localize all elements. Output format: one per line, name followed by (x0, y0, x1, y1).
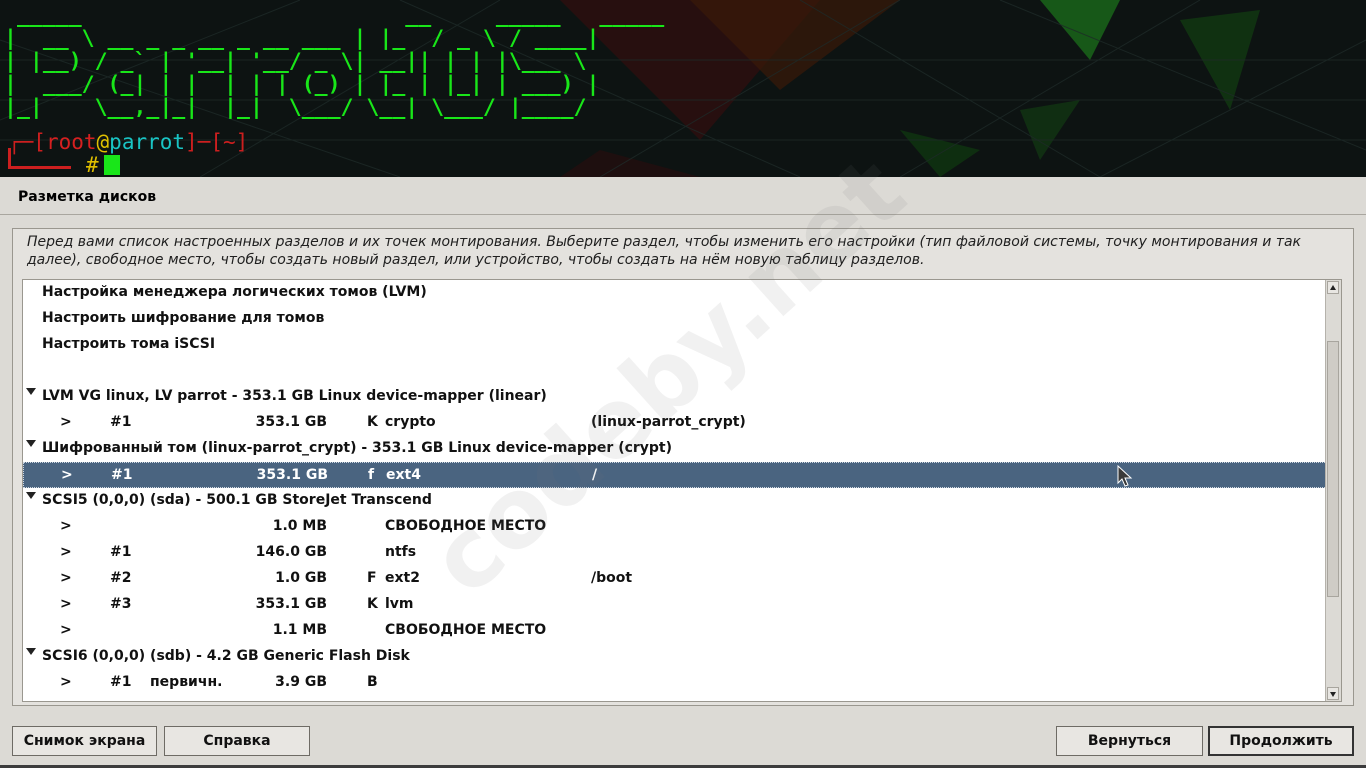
partition-flag: F (367, 570, 377, 586)
prompt-hash: # (86, 153, 99, 177)
row-arrow: > (60, 414, 72, 430)
help-button[interactable]: Справка (164, 726, 310, 756)
continue-button[interactable]: Продолжить (1208, 726, 1354, 756)
row-label: Настройка менеджера логических томов (LV… (42, 284, 427, 300)
partition-filesystem: ntfs (385, 544, 417, 560)
partition-size: 1.1 MB (272, 622, 327, 638)
back-button[interactable]: Вернуться (1056, 726, 1203, 756)
page-title: Разметка дисков (18, 189, 157, 205)
row-label: Настроить тома iSCSI (42, 336, 216, 352)
instructions-text: Перед вами список настроенных разделов и… (27, 234, 1302, 268)
row-arrow: > (60, 596, 72, 612)
partition-flag: K (367, 596, 378, 612)
device-row[interactable]: SCSI5 (0,0,0) (sda) - 500.1 GB StoreJet … (23, 488, 1327, 514)
partition-panel: Перед вами список настроенных разделов и… (12, 228, 1354, 706)
terminal-cursor (104, 155, 120, 175)
partition-number: #1 (110, 414, 132, 430)
partition-filesystem: lvm (385, 596, 414, 612)
partition-size: 353.1 GB (255, 414, 327, 430)
title-divider (0, 214, 1366, 215)
partition-size: 353.1 GB (256, 467, 328, 483)
row-arrow: > (60, 674, 72, 690)
partition-mountpoint: / (592, 467, 598, 483)
partition-list[interactable]: > #1 первичн. 3.9 GB B SCSI6 (0,0,0) (sdb) - … (22, 279, 1342, 702)
partition-row[interactable]: > #1 353.1 GB Kcrypto (linux-parrot_crypt) (23, 410, 1327, 436)
list-item[interactable]: Настроить шифрование для томов (23, 306, 1327, 332)
expand-triangle-icon[interactable] (26, 492, 36, 499)
partition-flag: f (368, 467, 375, 483)
list-scrollbar[interactable] (1325, 280, 1341, 701)
partition-size: 146.0 GB (255, 544, 327, 560)
row-arrow: > (60, 570, 72, 586)
partition-number: #1 (111, 467, 133, 483)
device-row[interactable]: LVM VG linux, LV parrot - 353.1 GB Linux… (23, 384, 1327, 410)
row-label: Настроить шифрование для томов (42, 310, 325, 326)
row-label: Шифрованный том (linux-parrot_crypt) - 3… (42, 440, 673, 456)
partition-size: 1.0 GB (275, 570, 327, 586)
list-item[interactable] (23, 358, 1327, 384)
partition-mountpoint: /boot (591, 570, 633, 586)
partition-filesystem: crypto (385, 414, 436, 430)
prompt-connector (8, 148, 71, 169)
parrot-os-banner: _____ __ _____ _____ | __ \ __ _ _ __ _ … (0, 0, 1366, 177)
partition-size: 1.0 MB (272, 518, 327, 534)
row-label: SCSI5 (0,0,0) (sda) - 500.1 GB StoreJet … (42, 492, 432, 508)
list-item[interactable]: Настроить тома iSCSI (23, 332, 1327, 358)
parrot-os-ascii-logo: _____ __ _____ _____ | __ \ __ _ _ __ _ … (4, 3, 678, 120)
list-item[interactable]: Настройка менеджера логических томов (LV… (23, 280, 1327, 306)
device-row[interactable]: SCSI6 (0,0,0) (sdb) - 4.2 GB Generic Fla… (23, 644, 1327, 670)
partition-number: #1 (110, 544, 132, 560)
partition-number: #1 (110, 674, 132, 690)
screenshot-button[interactable]: Снимок экрана (12, 726, 157, 756)
partition-filesystem: СВОБОДНОЕ МЕСТО (385, 518, 547, 534)
row-label: SCSI6 (0,0,0) (sdb) - 4.2 GB Generic Fla… (42, 648, 410, 664)
row-arrow: > (60, 622, 72, 638)
partition-filesystem: ext4 (386, 467, 421, 483)
mouse-pointer-icon (1117, 465, 1133, 487)
expand-triangle-icon[interactable] (26, 440, 36, 447)
partition-filesystem: СВОБОДНОЕ МЕСТО (385, 622, 547, 638)
row-arrow: > (61, 467, 73, 483)
partition-row[interactable]: > #1 первичн. 3.9 GB B (23, 670, 1327, 696)
partition-filesystem: ext2 (385, 570, 420, 586)
row-label: LVM VG linux, LV parrot - 353.1 GB Linux… (42, 388, 547, 404)
expand-triangle-icon[interactable] (26, 648, 36, 655)
scroll-down-button[interactable] (1327, 687, 1339, 700)
row-arrow: > (60, 518, 72, 534)
scroll-up-button[interactable] (1327, 281, 1339, 294)
partition-number: #2 (110, 570, 132, 586)
partition-row[interactable]: > #2 1.0 GB Fext2/boot (23, 566, 1327, 592)
partition-row[interactable]: >1.0 MB СВОБОДНОЕ МЕСТО (23, 514, 1327, 540)
scroll-thumb[interactable] (1327, 341, 1339, 597)
partition-row[interactable]: >1.1 MB СВОБОДНОЕ МЕСТО (23, 618, 1327, 644)
row-arrow: > (60, 544, 72, 560)
partition-number: #3 (110, 596, 132, 612)
partition-row[interactable]: > #3 353.1 GB Klvm (23, 592, 1327, 618)
device-row[interactable]: Шифрованный том (linux-parrot_crypt) - 3… (23, 436, 1327, 462)
partition-flag: B (367, 674, 378, 690)
partition-size: 3.9 GB (275, 674, 327, 690)
partition-flag: K (367, 414, 378, 430)
partition-mountpoint: (linux-parrot_crypt) (591, 414, 746, 430)
expand-triangle-icon[interactable] (26, 388, 36, 395)
partition-size: 353.1 GB (255, 596, 327, 612)
partition-row[interactable]: > #1 146.0 GB ntfs (23, 540, 1327, 566)
